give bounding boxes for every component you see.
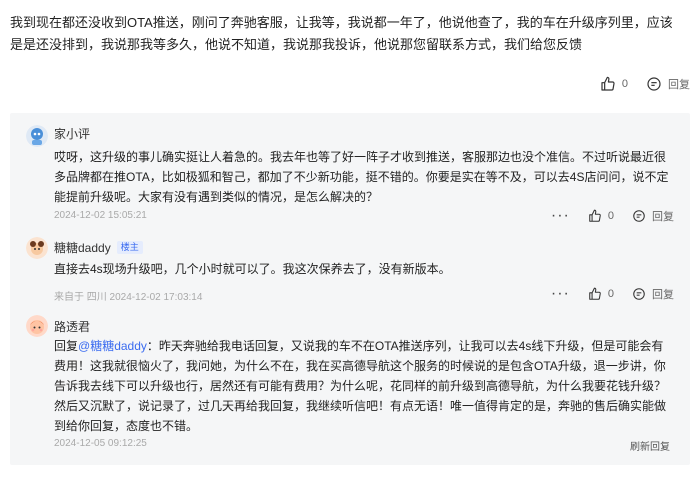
reply-label: 回复 bbox=[652, 211, 674, 223]
reply-timestamp: 来自于 四川 2024-12-02 17:03:14 bbox=[54, 292, 203, 303]
reply-author[interactable]: 路透君 bbox=[54, 318, 90, 335]
thumbs-up-icon bbox=[600, 76, 616, 92]
avatar[interactable] bbox=[26, 315, 48, 337]
reply-text: 哎呀，这升级的事儿确实挺让人着急的。我去年也等了好一阵子才收到推送，客服那边也没… bbox=[54, 150, 669, 204]
reply-actions: ··· 0 回复 bbox=[551, 286, 674, 302]
reply-body: ：昨天奔驰给我电话回复，又说我的车不在OTA推送序列，让我可以去4s线下升级，但… bbox=[54, 339, 667, 433]
main-post-actions: 0 回复 bbox=[600, 76, 690, 92]
reply-author-row: 路透君 bbox=[54, 318, 90, 335]
like-count: 0 bbox=[607, 288, 614, 300]
reply-label: 回复 bbox=[652, 289, 674, 301]
like-button[interactable]: 0 bbox=[600, 76, 628, 92]
reply-timestamp: 2024-12-05 09:12:25 bbox=[54, 438, 147, 449]
reply-text: 直接去4s现场升级吧，几个小时就可以了。我这次保养去了，没有新版本。 bbox=[54, 262, 451, 276]
comment-icon bbox=[632, 287, 646, 301]
reply-prefix: 回复 bbox=[54, 339, 79, 353]
thumbs-up-icon bbox=[588, 209, 602, 223]
comment-icon bbox=[632, 209, 646, 223]
like-button[interactable]: 0 bbox=[588, 209, 614, 223]
reply-text: 回复@糖糖daddy：昨天奔驰给我电话回复，又说我的车不在OTA推送序列，让我可… bbox=[54, 336, 670, 436]
like-count: 0 bbox=[607, 210, 614, 222]
reply-author[interactable]: 糖糖daddy bbox=[54, 239, 111, 256]
reply-author-row: 糖糖daddy 楼主 bbox=[54, 239, 143, 256]
like-count: 0 bbox=[621, 78, 628, 90]
comment-icon bbox=[646, 76, 662, 92]
reply-button[interactable]: 回复 bbox=[632, 208, 674, 224]
owner-badge: 楼主 bbox=[116, 241, 143, 254]
more-dots-icon[interactable]: ··· bbox=[551, 286, 570, 302]
avatar[interactable] bbox=[26, 237, 48, 259]
main-post: 我到现在都还没收到OTA推送，刚问了奔驰客服，让我等，我说都一年了，他说他查了，… bbox=[10, 12, 690, 56]
reply-author-row: 家小评 bbox=[54, 125, 90, 142]
reply-author[interactable]: 家小评 bbox=[54, 125, 90, 142]
mention-link[interactable]: @糖糖daddy bbox=[78, 339, 147, 353]
reply-button[interactable]: 回复 bbox=[646, 76, 690, 92]
refresh-replies-button[interactable]: 刷新回复 bbox=[630, 438, 670, 453]
reply-timestamp: 2024-12-02 15:05:21 bbox=[54, 210, 147, 221]
reply-button[interactable]: 回复 bbox=[632, 286, 674, 302]
like-button[interactable]: 0 bbox=[588, 287, 614, 301]
reply-panel: 家小评 哎呀，这升级的事儿确实挺让人着急的。我去年也等了好一阵子才收到推送，客服… bbox=[10, 113, 690, 465]
thumbs-up-icon bbox=[588, 287, 602, 301]
reply-label: 回复 bbox=[668, 79, 690, 91]
reply-actions: ··· 0 回复 bbox=[551, 208, 674, 224]
more-dots-icon[interactable]: ··· bbox=[551, 208, 570, 224]
avatar[interactable] bbox=[26, 125, 48, 147]
main-post-text: 我到现在都还没收到OTA推送，刚问了奔驰客服，让我等，我说都一年了，他说他查了，… bbox=[10, 15, 673, 52]
